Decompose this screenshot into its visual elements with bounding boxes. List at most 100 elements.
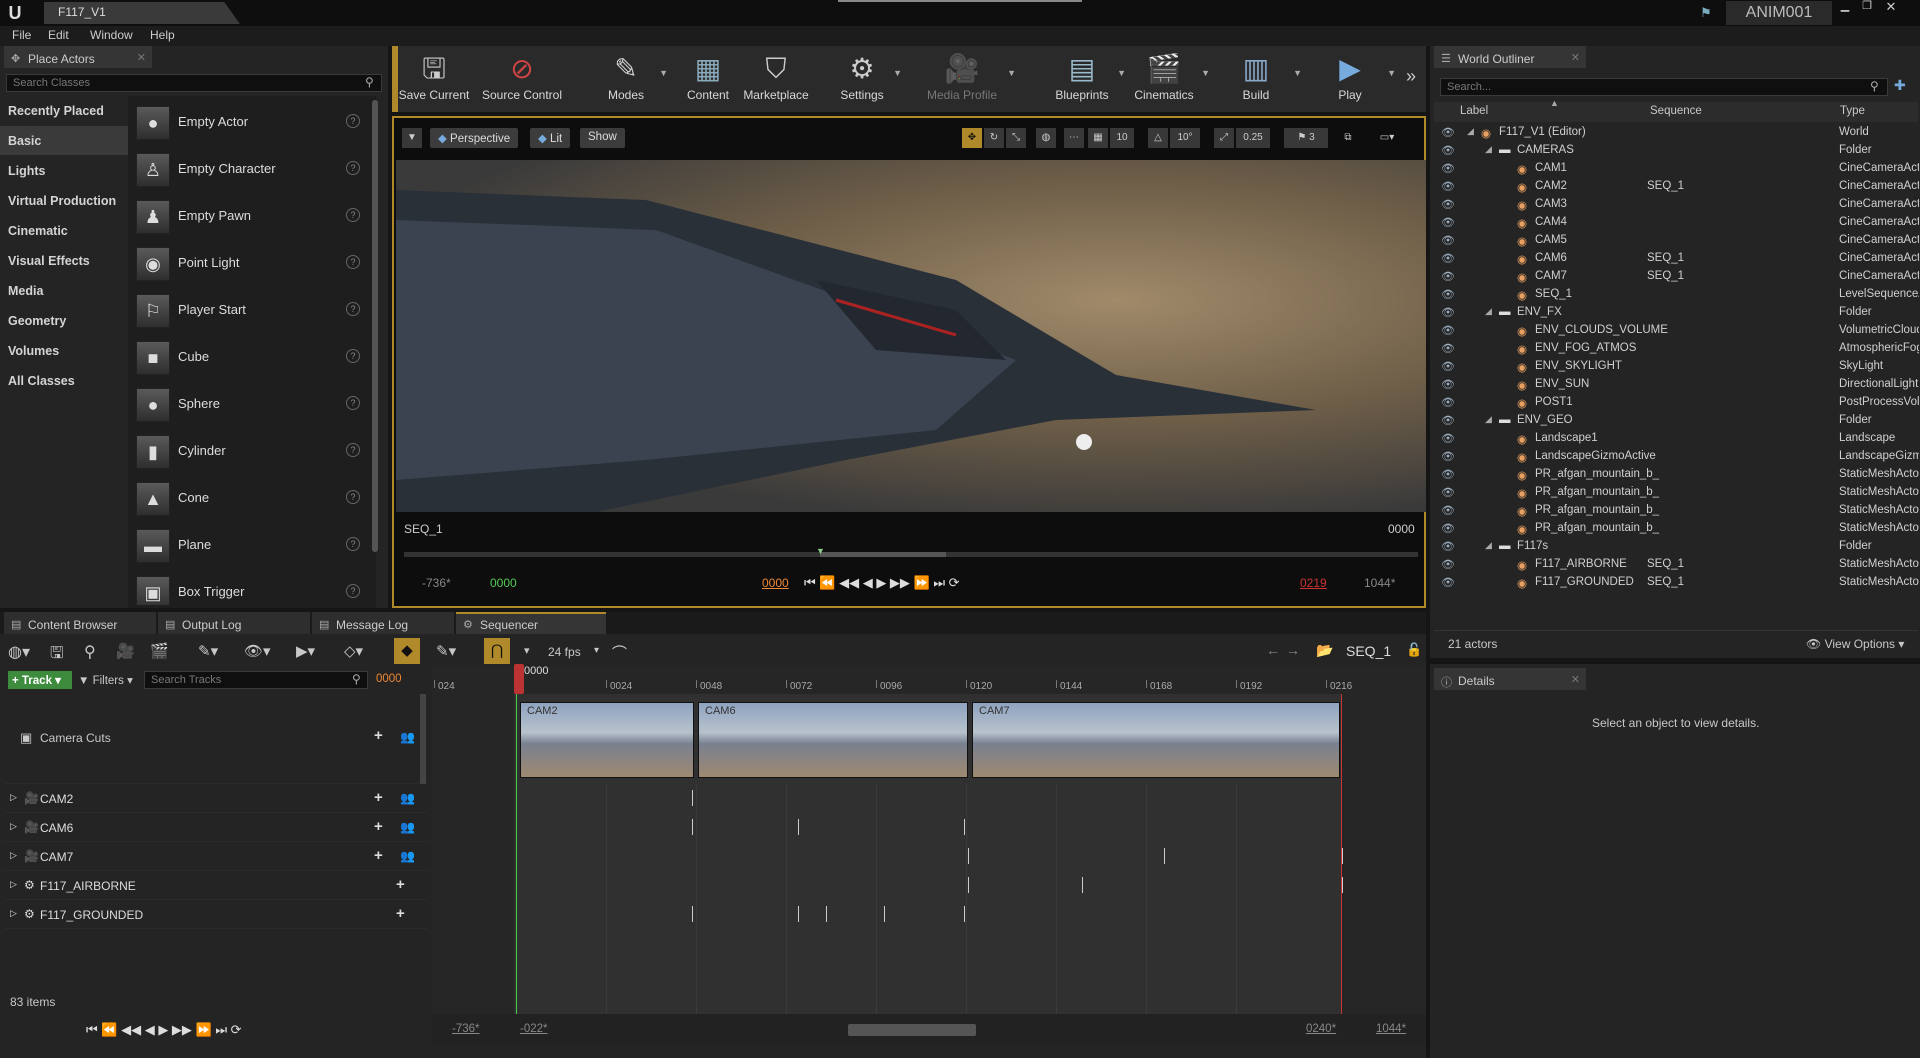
help-icon[interactable]: ? xyxy=(346,490,360,504)
actor-player-start[interactable]: ⚐ Player Start? xyxy=(130,287,368,333)
help-icon[interactable]: ? xyxy=(346,537,360,551)
visibility-eye-icon[interactable]: 👁 xyxy=(1441,180,1455,193)
actor-empty-character[interactable]: ♙ Empty Character? xyxy=(130,146,368,192)
outliner-row[interactable]: 👁 ◉ F117_GROUNDED SEQ_1 StaticMeshActor xyxy=(1433,574,1920,592)
help-icon[interactable]: ? xyxy=(346,208,360,222)
settings-button[interactable]: ⚙ Settings ▼ xyxy=(834,50,902,108)
lit-button[interactable]: ◆ Lit xyxy=(530,128,571,148)
track-f117-grounded[interactable]: ▷ ⚙ F117_GROUNDED + xyxy=(4,900,428,929)
source-control-button[interactable]: ⊘ Source Control xyxy=(478,50,566,108)
help-icon[interactable]: ? xyxy=(346,396,360,410)
category-volumes[interactable]: Volumes xyxy=(0,336,128,365)
actor-list-scrollbar[interactable] xyxy=(372,100,378,552)
outliner-row[interactable]: 👁 ◉ ENV_CLOUDS_VOLUME VolumetricCloud xyxy=(1433,322,1920,340)
close-tab-icon[interactable]: ✕ xyxy=(1571,51,1580,64)
search-classes-input[interactable]: Search Classes xyxy=(6,74,382,92)
help-icon[interactable]: ? xyxy=(346,443,360,457)
actor-sphere[interactable]: ● Sphere? xyxy=(130,381,368,427)
tab-output-log[interactable]: ▤ Output Log xyxy=(158,612,310,634)
visibility-eye-icon[interactable]: 👁 xyxy=(1441,198,1455,211)
timeline-ruler[interactable] xyxy=(432,666,1426,694)
scale-snap-icon[interactable]: ⤢ xyxy=(1214,128,1234,148)
visibility-eye-icon[interactable]: 👁 xyxy=(1441,234,1455,247)
marketplace-button[interactable]: ⛉ Marketplace xyxy=(738,50,814,108)
chevron-down-icon[interactable]: ▼ xyxy=(893,68,902,78)
playhead-handle[interactable] xyxy=(514,664,524,694)
camera-binding-icon[interactable]: 👥 xyxy=(400,849,415,863)
visibility-eye-icon[interactable]: 👁 xyxy=(1441,162,1455,175)
category-media[interactable]: Media xyxy=(0,276,128,305)
toolbar-overflow-icon[interactable]: » xyxy=(1406,66,1416,87)
outliner-row[interactable]: 👁 ◉ CAM5 CineCameraActor xyxy=(1433,232,1920,250)
visibility-eye-icon[interactable]: 👁 xyxy=(1441,306,1455,319)
edit-icon[interactable]: ✎▾ xyxy=(436,642,456,660)
tab-details[interactable]: ⓘ Details ✕ xyxy=(1434,668,1586,690)
visibility-eye-icon[interactable]: 👁 xyxy=(1441,504,1455,517)
visibility-eye-icon[interactable]: 👁 xyxy=(1441,252,1455,265)
expand-icon[interactable]: ▷ xyxy=(10,879,17,890)
collapse-arrow-icon[interactable]: ◢ xyxy=(1485,144,1492,155)
camera-cut-clip-cam6[interactable]: CAM6 xyxy=(698,702,968,778)
category-lights[interactable]: Lights xyxy=(0,156,128,185)
chevron-down-icon[interactable]: ▼ xyxy=(1293,68,1302,78)
outliner-row[interactable]: 👁 ◢ ▬ F117s Folder xyxy=(1433,538,1920,556)
vp-range-start[interactable]: -736* xyxy=(422,576,451,590)
expand-icon[interactable]: ▷ xyxy=(10,850,17,861)
category-all-classes[interactable]: All Classes xyxy=(0,366,128,395)
visibility-eye-icon[interactable]: 👁 xyxy=(1441,432,1455,445)
collapse-arrow-icon[interactable]: ◢ xyxy=(1485,306,1492,317)
render-icon[interactable]: 🎬 xyxy=(150,642,169,660)
column-label[interactable]: Label xyxy=(1460,105,1488,117)
grid-snap-value[interactable]: 10 xyxy=(1110,128,1134,148)
chevron-down-icon[interactable]: ▼ xyxy=(1387,68,1396,78)
tab-content-browser[interactable]: ▤ Content Browser xyxy=(4,612,156,634)
camera-icon[interactable]: 🎥 xyxy=(116,642,135,660)
outliner-row[interactable]: 👁 ◢ ◉ F117_V1 (Editor) World xyxy=(1433,124,1920,142)
current-frame-field[interactable]: 0000 xyxy=(376,673,402,685)
visibility-eye-icon[interactable]: 👁 xyxy=(1441,576,1455,589)
visibility-eye-icon[interactable]: 👁 xyxy=(1441,450,1455,463)
show-button[interactable]: Show xyxy=(580,128,625,148)
outliner-row[interactable]: 👁 ◉ F117_AIRBORNE SEQ_1 StaticMeshActor xyxy=(1433,556,1920,574)
expand-icon[interactable]: ▷ xyxy=(10,792,17,803)
world-local-icon[interactable]: ◍ xyxy=(1036,128,1056,148)
visibility-eye-icon[interactable]: 👁 xyxy=(1441,378,1455,391)
keyframe[interactable] xyxy=(798,819,799,835)
outliner-row[interactable]: 👁 ◉ POST1 PostProcessVolume xyxy=(1433,394,1920,412)
keyframe[interactable] xyxy=(884,906,885,922)
save-current-button[interactable]: 🖫 Save Current xyxy=(398,50,470,108)
keyframe[interactable] xyxy=(968,848,969,864)
document-tab[interactable]: F117_V1 xyxy=(44,2,240,24)
visibility-eye-icon[interactable]: 👁 xyxy=(1441,414,1455,427)
tab-message-log[interactable]: ▤ Message Log xyxy=(312,612,454,634)
add-folder-icon[interactable]: ✚ xyxy=(1894,77,1906,94)
viewport-render[interactable] xyxy=(396,160,1426,512)
content-button[interactable]: ▦ Content xyxy=(680,50,736,108)
rotation-snap-value[interactable]: 10° xyxy=(1170,128,1200,148)
column-type[interactable]: Type xyxy=(1840,105,1865,117)
add-icon[interactable]: + xyxy=(396,876,405,893)
chevron-down-icon[interactable]: ▼ xyxy=(1007,68,1016,78)
folder-icon[interactable]: 📂 xyxy=(1316,642,1333,659)
outliner-row[interactable]: 👁 ◉ CAM3 CineCameraActor xyxy=(1433,196,1920,214)
category-cinematic[interactable]: Cinematic xyxy=(0,216,128,245)
outliner-search-input[interactable]: Search... xyxy=(1440,78,1888,96)
close-tab-icon[interactable]: ✕ xyxy=(137,51,146,64)
keyframe[interactable] xyxy=(968,877,969,893)
forward-icon[interactable]: → xyxy=(1286,642,1300,658)
save-icon[interactable]: 🖫 xyxy=(50,642,64,669)
add-icon[interactable]: + xyxy=(374,847,383,864)
help-icon[interactable]: ? xyxy=(346,302,360,316)
keyframe[interactable] xyxy=(1342,848,1343,864)
view-range-start[interactable]: -736* xyxy=(452,1023,480,1035)
chevron-down-icon[interactable]: ▼ xyxy=(659,68,668,78)
filters-button[interactable]: ▼ Filters ▾ xyxy=(78,673,133,687)
lock-icon[interactable]: 🔓 xyxy=(1406,642,1422,658)
camera-cut-clip-cam7[interactable]: CAM7 xyxy=(972,702,1340,778)
source-control-status-icon[interactable]: ⚑ xyxy=(1700,5,1712,21)
layout-icon[interactable]: ▭▾ xyxy=(1366,128,1408,148)
vp-out-frame[interactable]: 0219 xyxy=(1300,576,1327,590)
visibility-eye-icon[interactable]: 👁 xyxy=(1441,342,1455,355)
outliner-row[interactable]: 👁 ◉ PR_afgan_mountain_b_ StaticMeshActor xyxy=(1433,520,1920,538)
media-profile-button[interactable]: 🎥 Media Profile ▼ xyxy=(920,50,1016,108)
